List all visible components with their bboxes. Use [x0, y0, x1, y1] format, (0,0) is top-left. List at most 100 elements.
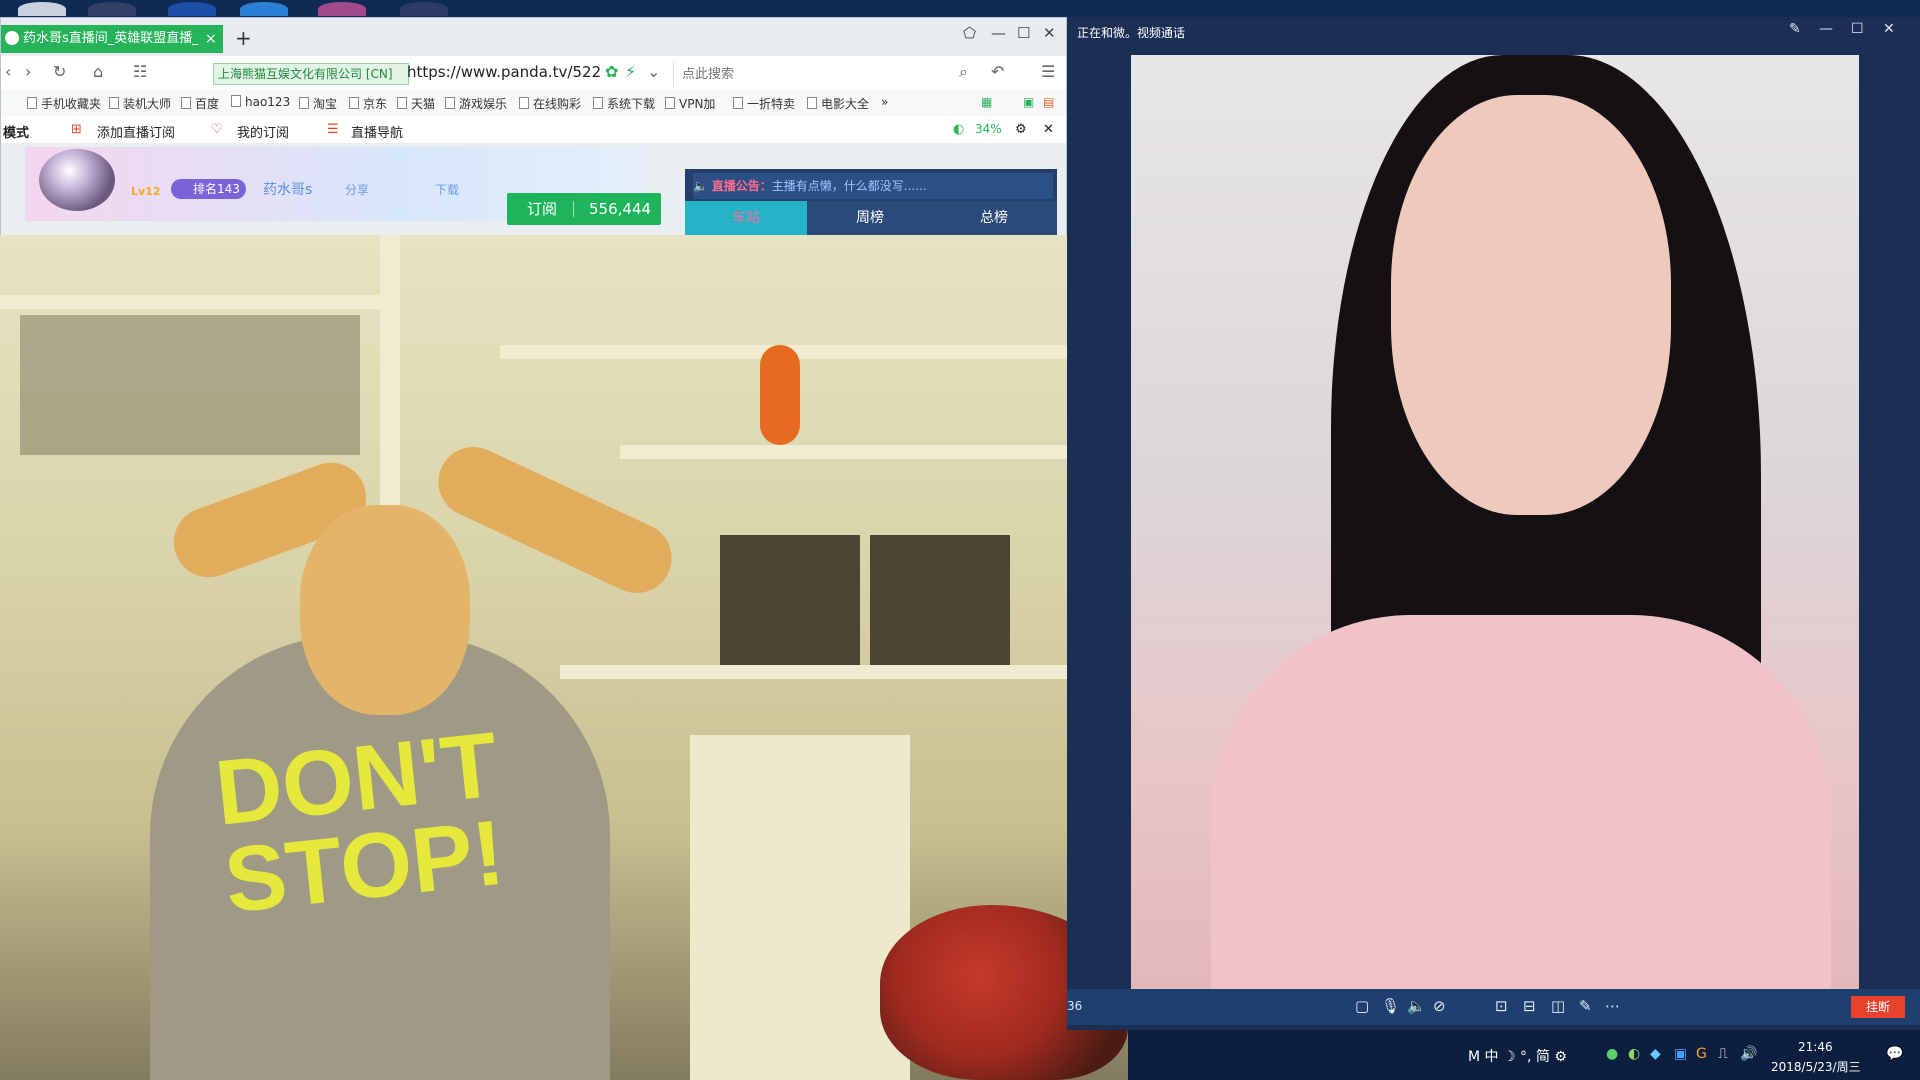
search-icon[interactable]: ⌕ [959, 62, 968, 82]
tab-active[interactable]: 药水哥s直播间_英雄联盟直播_lo × [1, 25, 223, 53]
volume-icon[interactable]: 🔊 [1740, 1046, 1757, 1062]
shirt-print: DON'T STOP! [210, 713, 509, 933]
search-box[interactable]: 点此搜索 [673, 60, 980, 86]
refresh-icon[interactable]: ↻ [53, 62, 66, 81]
undo-icon[interactable]: ↶ [991, 62, 1004, 81]
my-subscriptions-button[interactable]: 我的订阅 [237, 122, 289, 141]
cabinet [690, 735, 910, 1080]
bookmark-item[interactable]: 电影大全 [807, 95, 869, 112]
lightning-icon[interactable]: ⚡ [625, 62, 636, 81]
bookmarks-bar: 手机收藏夹 装机大师 百度 hao123 淘宝 京东 天猫 游戏娱乐 在线购彩 … [1, 90, 1066, 117]
bookmark-item[interactable]: hao123 [231, 95, 290, 109]
desktop-icon[interactable] [400, 2, 448, 16]
speaker-icon[interactable]: 🔈 [1407, 997, 1426, 1015]
maximize-icon[interactable]: ☐ [1017, 24, 1030, 42]
bookmark-item[interactable]: 一折特卖 [733, 95, 795, 112]
close-tab-icon[interactable]: × [205, 25, 217, 53]
divider [573, 201, 574, 217]
bookmark-item[interactable]: 游戏娱乐 [445, 95, 507, 112]
apps-icon[interactable]: ▦ [981, 95, 992, 109]
bookmark-item[interactable]: 百度 [181, 95, 219, 112]
close-toolbar-icon[interactable]: ✕ [1043, 122, 1054, 137]
layout-icon[interactable]: ◫ [1551, 997, 1565, 1015]
subscribe-button[interactable]: 订阅 556,444 [507, 193, 661, 225]
record-icon[interactable]: ⊟ [1523, 997, 1536, 1015]
wechat-icon[interactable]: ● [1606, 1046, 1618, 1062]
pin-icon[interactable]: ✎ [1789, 21, 1801, 37]
clock-time[interactable]: 21:46 [1798, 1040, 1833, 1054]
browser-window: 药水哥s直播间_英雄联盟直播_lo × + ⬠ — ☐ ✕ ‹ › ↻ ⌂ ☷ … [0, 17, 1067, 235]
bookmark-item[interactable]: VPN加 [665, 95, 715, 112]
download-button[interactable]: 下载 [435, 181, 459, 198]
bookmark-item[interactable]: 装机大师 [109, 95, 171, 112]
heart-icon[interactable]: ♡ [211, 122, 223, 137]
bookmarks-more[interactable]: » [881, 95, 888, 109]
video-call-window: 正在和微。视频通话 ✎ — ☐ ✕ 36 ▢ 🎙 🔈 ⊘ ⊡ ⊟ ◫ ✎ ⋯ 挂… [1067, 17, 1920, 1030]
close-window-icon[interactable]: ✕ [1043, 24, 1056, 42]
add-subscription-button[interactable]: 添加直播订阅 [97, 122, 175, 141]
bookmark-item[interactable]: 手机收藏夹 [27, 95, 101, 112]
notification-icon[interactable]: 💬 [1886, 1046, 1903, 1062]
live-nav-button[interactable]: 直播导航 [351, 122, 403, 141]
more-icon[interactable]: ⋯ [1605, 997, 1620, 1015]
person-face [1391, 95, 1671, 515]
edit-icon[interactable]: ✎ [1579, 997, 1592, 1015]
settings-icon[interactable]: ⚙ [1015, 122, 1027, 137]
forward-icon[interactable]: › [25, 62, 31, 81]
avatar[interactable] [39, 149, 115, 211]
bookmark-item[interactable]: 淘宝 [299, 95, 337, 112]
tab-weekly[interactable]: 周榜 [809, 201, 931, 235]
list-icon[interactable]: ☰ [327, 122, 339, 137]
menu-icon[interactable]: ☰ [1041, 62, 1055, 81]
bookmark-item[interactable]: 系统下载 [593, 95, 655, 112]
ime-indicator[interactable]: M 中 ☽ °, 简 ⚙ [1468, 1046, 1567, 1066]
grid-icon[interactable]: ☷ [133, 62, 147, 81]
desktop-icon[interactable] [240, 2, 288, 16]
tab-total[interactable]: 总榜 [933, 201, 1055, 235]
add-icon[interactable]: ⊞ [71, 122, 82, 137]
tools-icon[interactable]: ▤ [1043, 95, 1054, 109]
tab-station[interactable]: 车站 [685, 201, 807, 235]
security-icon[interactable]: ✿ [605, 62, 618, 81]
bookmark-item[interactable]: 京东 [349, 95, 387, 112]
home-icon[interactable]: ⌂ [93, 62, 103, 81]
desktop-icon[interactable] [18, 2, 66, 16]
tray-icon[interactable]: ◆ [1650, 1046, 1661, 1062]
tray-icon[interactable]: ▣ [1674, 1046, 1687, 1062]
certificate-badge[interactable]: 上海熊猫互娱文化有限公司 [CN] [213, 63, 409, 85]
share-button[interactable]: 分享 [345, 181, 369, 198]
battery-percent: 34% [975, 122, 1002, 136]
rank-badge[interactable]: 排名143 [171, 179, 246, 199]
clock-date[interactable]: 2018/5/23/周三 [1771, 1058, 1861, 1075]
network-icon[interactable]: ⎍ [1718, 1046, 1728, 1062]
tray-icon[interactable]: ◐ [1628, 1046, 1640, 1062]
shelf [500, 345, 1120, 359]
close-icon[interactable]: ✕ [1883, 21, 1895, 37]
desktop-icon[interactable] [318, 2, 366, 16]
camera-off-icon[interactable]: ⊘ [1433, 997, 1446, 1015]
microphone-icon[interactable]: 🎙 [1381, 997, 1400, 1015]
minimize-icon[interactable]: — [991, 24, 1006, 42]
bookmark-item[interactable]: 在线购彩 [519, 95, 581, 112]
screenshot-icon[interactable]: ⊡ [1495, 997, 1508, 1015]
back-icon[interactable]: ‹ [5, 62, 11, 81]
speaker [720, 535, 860, 665]
reader-icon[interactable]: ▣ [1023, 95, 1034, 109]
tray-icon[interactable]: G [1696, 1046, 1707, 1062]
new-tab-button[interactable]: + [235, 26, 252, 50]
mode-label[interactable]: 模式 [3, 122, 29, 141]
side-panel: 🔈 直播公告：主播有点懒，什么都没写...... 车站 周榜 总榜 [685, 169, 1057, 235]
chat-icon[interactable]: ▢ [1355, 997, 1369, 1015]
hangup-button[interactable]: 挂断 [1851, 996, 1905, 1018]
remote-video[interactable] [1131, 55, 1859, 989]
desktop-icon[interactable] [88, 2, 136, 16]
url-field[interactable]: https://www.panda.tv/522 [407, 63, 601, 81]
maximize-icon[interactable]: ☐ [1851, 21, 1864, 37]
anchor-name[interactable]: 药水哥s [263, 179, 312, 199]
desktop-icon[interactable] [168, 2, 216, 16]
bookmark-item[interactable]: 天猫 [397, 95, 435, 112]
pin-icon[interactable]: ⬠ [963, 24, 976, 42]
stream-video[interactable]: DON'T STOP! [0, 235, 1128, 1080]
dropdown-icon[interactable]: ⌄ [647, 62, 660, 81]
minimize-icon[interactable]: — [1819, 21, 1833, 37]
